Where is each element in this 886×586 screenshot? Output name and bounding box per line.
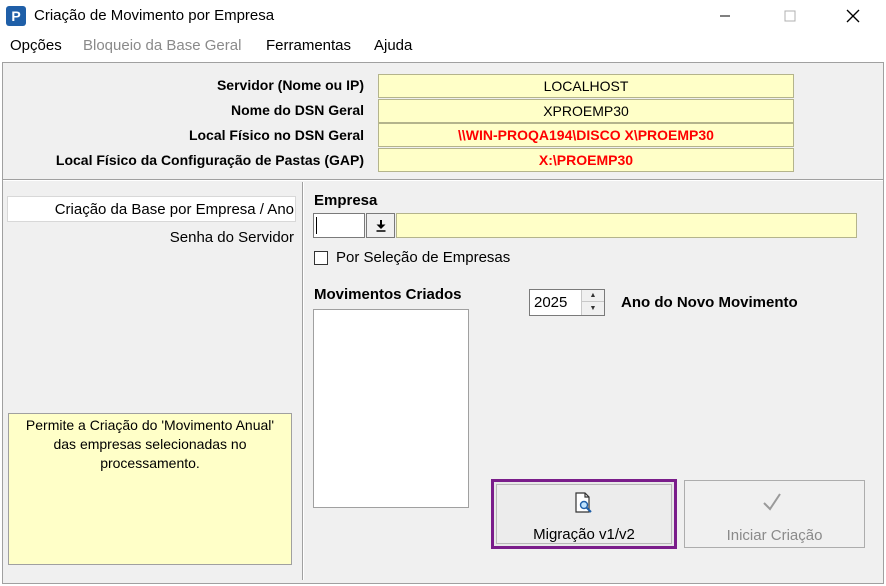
- empresa-name-field[interactable]: [396, 213, 857, 238]
- minimize-icon[interactable]: [702, 0, 748, 32]
- dsn-path-value: \\WIN-PROQA194\DISCO X\PROEMP30: [378, 123, 794, 147]
- dsn-value: XPROEMP30: [378, 99, 794, 123]
- nav-item-criacao-base[interactable]: Criação da Base por Empresa / Ano: [55, 201, 294, 218]
- menu-opcoes[interactable]: Opções: [10, 37, 62, 54]
- menu-ferramentas[interactable]: Ferramentas: [266, 37, 351, 54]
- movimentos-list[interactable]: [313, 309, 469, 508]
- hint-box: Permite a Criação do 'Movimento Anual' d…: [8, 413, 292, 565]
- empresa-lookup-button[interactable]: [366, 213, 395, 238]
- empresa-code-input[interactable]: [313, 213, 365, 238]
- checkmark-icon: [763, 493, 781, 511]
- menu-ajuda[interactable]: Ajuda: [374, 37, 412, 54]
- gap-path-label: Local Físico da Configuração de Pastas (…: [55, 152, 364, 168]
- close-icon[interactable]: [830, 0, 876, 32]
- spin-down-icon[interactable]: ▼: [581, 302, 604, 315]
- spin-up-icon[interactable]: ▲: [581, 290, 604, 302]
- window-title: Criação de Movimento por Empresa: [34, 7, 275, 24]
- selecao-empresas-label[interactable]: Por Seleção de Empresas: [336, 249, 510, 266]
- server-label: Servidor (Nome ou IP): [216, 77, 364, 93]
- vertical-divider: [302, 182, 304, 580]
- empresa-label: Empresa: [314, 192, 378, 209]
- ano-value: 2025: [534, 294, 568, 311]
- dsn-path-label: Local Físico no DSN Geral: [188, 127, 364, 143]
- app-logo-icon: P: [6, 6, 26, 26]
- menu-bloqueio-base-geral[interactable]: Bloqueio da Base Geral: [83, 37, 241, 54]
- divider: [3, 179, 883, 181]
- iniciar-criacao-label: Iniciar Criação: [726, 527, 823, 544]
- migracao-button-label: Migração v1/v2: [533, 526, 635, 543]
- maximize-icon[interactable]: [767, 0, 813, 32]
- hint-text: Permite a Criação do 'Movimento Anual' d…: [25, 417, 275, 471]
- ano-label: Ano do Novo Movimento: [621, 294, 798, 311]
- nav-item-senha-servidor[interactable]: Senha do Servidor: [170, 229, 294, 246]
- dsn-label: Nome do DSN Geral: [230, 102, 364, 118]
- selecao-empresas-checkbox[interactable]: [314, 251, 328, 265]
- document-search-icon: [575, 492, 592, 513]
- movimentos-label: Movimentos Criados: [314, 286, 462, 303]
- server-value: LOCALHOST: [378, 74, 794, 98]
- text-caret: [316, 217, 317, 234]
- download-arrow-icon: [376, 220, 385, 232]
- gap-path-value: X:\PROEMP30: [378, 148, 794, 172]
